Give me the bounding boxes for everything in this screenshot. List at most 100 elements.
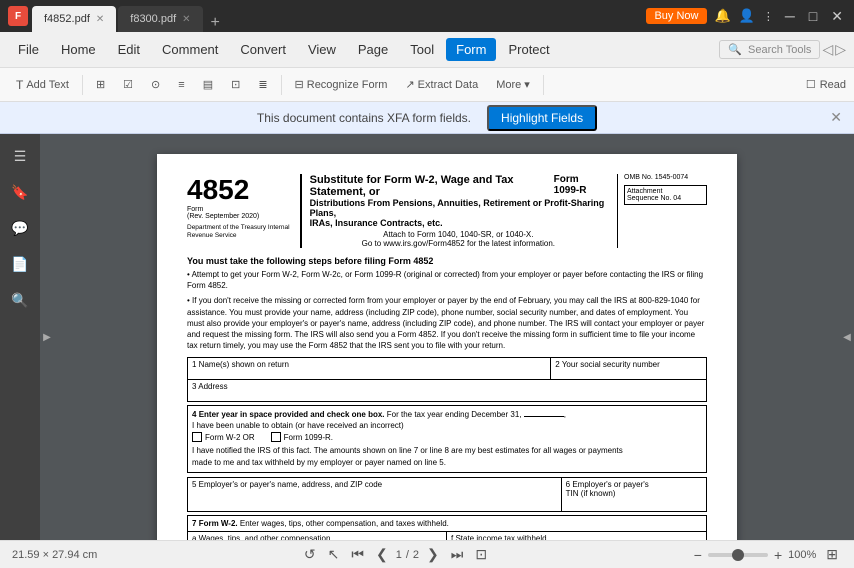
must-take-header: You must take the following steps before…	[187, 256, 707, 266]
menu-dots-icon[interactable]: ⋮	[763, 10, 774, 23]
w2-checkbox[interactable]	[192, 432, 202, 442]
panel-search-icon[interactable]: 🔍	[6, 286, 34, 314]
menu-convert[interactable]: Convert	[230, 38, 296, 61]
more-chevron-icon: ▾	[524, 78, 530, 91]
user-icon[interactable]: 👤	[739, 8, 755, 24]
extract-data-button[interactable]: ↗ Extract Data	[397, 75, 486, 94]
toolbar-btn-list[interactable]: ≡	[170, 76, 192, 94]
tab-f8300-label: f8300.pdf	[130, 13, 176, 25]
tab-f4852[interactable]: f4852.pdf ✕	[32, 6, 116, 32]
pdf-area[interactable]: 4852 Form(Rev. September 2020) Departmen…	[54, 134, 840, 540]
toolbar-btn-lines[interactable]: ≣	[250, 75, 275, 94]
field4-desc: For the tax year ending December 31,	[387, 410, 522, 419]
attach-line: Attach to Form 1040, 1040-SR, or 1040-X.	[310, 230, 607, 239]
field7-section: 7 Form W-2. Enter wages, tips, other com…	[187, 515, 707, 540]
page-total: 2	[413, 549, 419, 561]
rotate-button[interactable]: ↺	[300, 544, 320, 565]
read-checkbox-icon: ☐	[806, 78, 816, 91]
next-page-button[interactable]: ❯	[423, 544, 443, 565]
form-title2: Distributions From Pensions, Annuities, …	[310, 198, 607, 218]
field5-label: 5 Employer's or payer's name, address, a…	[192, 480, 382, 489]
menu-form[interactable]: Form	[446, 38, 496, 61]
field6-label: 6 Employer's or payer's TIN (if known)	[566, 480, 649, 498]
menu-comment[interactable]: Comment	[152, 38, 228, 61]
tab-f4852-close[interactable]: ✕	[96, 14, 104, 25]
recognize-form-button[interactable]: ⊟ Recognize Form	[287, 75, 396, 94]
minimize-button[interactable]: ─	[782, 8, 798, 24]
last-page-button[interactable]: ⏭	[447, 544, 468, 565]
form-header: 4852 Form(Rev. September 2020) Departmen…	[187, 174, 707, 248]
field4-number: 4	[192, 410, 196, 419]
xfa-close-button[interactable]: ✕	[830, 109, 842, 126]
close-button[interactable]: ✕	[828, 8, 846, 25]
buy-now-button[interactable]: Buy Now	[646, 8, 706, 24]
menu-protect[interactable]: Protect	[498, 38, 559, 61]
panel-bookmark-icon[interactable]: 🔖	[6, 178, 34, 206]
w2-label: Form W-2 OR	[205, 433, 255, 442]
page-number: 1	[396, 549, 402, 561]
title-bar-right: Buy Now 🔔 👤 ⋮ ─ □ ✕	[646, 8, 846, 25]
menu-edit[interactable]: Edit	[108, 38, 150, 61]
fields-5-6-table: 5 Employer's or payer's name, address, a…	[187, 477, 707, 512]
left-panel-toggle[interactable]: ▶	[40, 134, 54, 540]
add-text-button[interactable]: T Add Text	[8, 75, 77, 95]
omb-label: OMB No. 1545-0074	[624, 174, 707, 181]
toolbar-btn-grid[interactable]: ⊞	[88, 75, 113, 94]
fit-button[interactable]: ⊡	[471, 544, 491, 565]
more-button[interactable]: More ▾	[488, 75, 538, 94]
zoom-slider-thumb	[732, 549, 744, 561]
prev-page-button[interactable]: ❮	[372, 544, 392, 565]
menu-page[interactable]: Page	[348, 38, 398, 61]
toolbar-btn-table[interactable]: ▤	[195, 75, 221, 94]
field4-section: 4 Enter year in space provided and check…	[187, 405, 707, 472]
toolbar-btn-radio[interactable]: ⊙	[143, 75, 168, 94]
add-tab-button[interactable]: +	[205, 14, 226, 32]
fit-window-button[interactable]: ⊞	[822, 544, 842, 565]
add-text-icon: T	[16, 78, 23, 92]
row7f: f State income tax withheld	[447, 532, 706, 540]
menu-file[interactable]: File	[8, 38, 49, 61]
menu-home[interactable]: Home	[51, 38, 106, 61]
zoom-out-button[interactable]: −	[694, 547, 702, 563]
tab-f8300-close[interactable]: ✕	[182, 14, 190, 25]
zoom-in-button[interactable]: +	[774, 547, 782, 563]
search-tools[interactable]: 🔍 Search Tools	[719, 40, 820, 59]
nav-forward-icon[interactable]: ▷	[835, 41, 846, 58]
menu-bar: File Home Edit Comment Convert View Page…	[0, 32, 854, 68]
panel-nav-icon[interactable]: ☰	[6, 142, 34, 170]
field1-label: 1 Name(s) shown on return	[192, 360, 546, 369]
field2-cell: 2 Your social security number	[551, 358, 707, 380]
status-bar: 21.59 × 27.94 cm ↺ ↖ ⏮ ❮ 1 / 2 ❯ ⏭ ⊡ − +…	[0, 540, 854, 568]
read-button[interactable]: ☐ Read	[806, 78, 846, 91]
first-page-button[interactable]: ⏮	[347, 544, 368, 565]
field7-desc: Enter wages, tips, other compensation, a…	[240, 519, 449, 528]
f1099r-checkbox[interactable]	[271, 432, 281, 442]
right-panel-toggle[interactable]: ◀	[840, 134, 854, 540]
grid-icon: ⊞	[96, 78, 105, 91]
f1099r-checkbox-label: Form 1099-R.	[271, 432, 333, 442]
toolbar: T Add Text ⊞ ☑ ⊙ ≡ ▤ ⊡ ≣ ⊟ Recognize For…	[0, 68, 854, 102]
page-separator: /	[406, 549, 409, 561]
check-icon: ☑	[123, 78, 133, 91]
extract-icon: ↗	[405, 78, 414, 91]
fields-1-3-table: 1 Name(s) shown on return 2 Your social …	[187, 357, 707, 402]
toolbar-btn-field[interactable]: ⊡	[223, 75, 248, 94]
title-bar: F f4852.pdf ✕ f8300.pdf ✕ + Buy Now 🔔 👤 …	[0, 0, 854, 32]
maximize-button[interactable]: □	[806, 8, 820, 24]
menu-tool[interactable]: Tool	[400, 38, 444, 61]
toolbar-separator-1	[82, 75, 83, 95]
notification-icon[interactable]: 🔔	[715, 8, 731, 24]
form-1099r-label: Form 1099-R	[554, 174, 607, 198]
form-rev-label: Form(Rev. September 2020)	[187, 206, 259, 220]
panel-comment-icon[interactable]: 💬	[6, 214, 34, 242]
toolbar-btn-check[interactable]: ☑	[115, 75, 141, 94]
menu-view[interactable]: View	[298, 38, 346, 61]
panel-pages-icon[interactable]: 📄	[6, 250, 34, 278]
tab-f8300[interactable]: f8300.pdf ✕	[118, 6, 202, 32]
highlight-fields-button[interactable]: Highlight Fields	[487, 105, 597, 131]
field2-label: 2 Your social security number	[555, 360, 702, 369]
zoom-slider[interactable]	[708, 553, 768, 557]
attachment-box: Attachment Sequence No. 04	[624, 185, 707, 205]
cursor-button[interactable]: ↖	[324, 544, 344, 565]
nav-back-icon[interactable]: ◁	[822, 41, 833, 58]
